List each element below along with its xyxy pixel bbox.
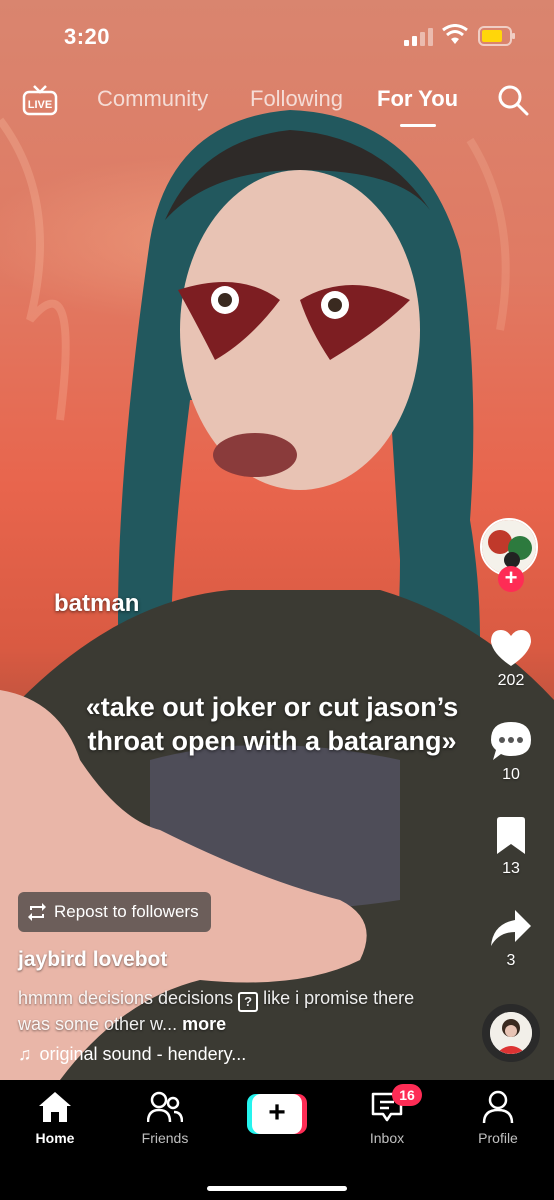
share-button[interactable]: 3 [480, 908, 542, 970]
post-description[interactable]: hmmm decisions decisions ? like i promis… [18, 986, 438, 1036]
repost-button[interactable]: Repost to followers [18, 892, 211, 932]
save-count: 13 [502, 860, 520, 877]
tab-friends-label: Friends [141, 1130, 189, 1146]
repost-label: Repost to followers [54, 902, 199, 921]
tab-following[interactable]: Following [250, 86, 343, 112]
comment-button[interactable]: 10 [480, 720, 542, 784]
search-icon[interactable] [497, 84, 529, 116]
like-count: 202 [497, 672, 525, 689]
sound-disc[interactable] [482, 1004, 540, 1062]
more-link[interactable]: more [182, 1014, 226, 1034]
tab-home-label: Home [35, 1130, 75, 1146]
unknown-emoji-box: ? [238, 992, 259, 1012]
caption-quote: «take out joker or cut jason’s throat op… [85, 692, 459, 756]
comment-icon [491, 722, 531, 760]
inbox-badge: 16 [392, 1084, 422, 1106]
tab-friends[interactable]: Friends [120, 1090, 210, 1146]
like-button[interactable]: 202 [480, 628, 542, 690]
wifi-icon [442, 24, 468, 44]
active-tab-indicator [400, 124, 436, 127]
home-icon [39, 1092, 71, 1122]
share-count: 3 [506, 952, 516, 969]
description-start: hmmm decisions decisions [18, 988, 239, 1008]
heart-icon [491, 630, 531, 666]
create-button[interactable]: + [247, 1094, 307, 1134]
home-indicator [207, 1186, 347, 1191]
profile-icon [482, 1090, 514, 1124]
create-plus-icon: + [252, 1094, 302, 1134]
live-icon[interactable]: LIVE [22, 82, 58, 118]
tab-community[interactable]: Community [97, 86, 208, 112]
tab-for-you[interactable]: For You [377, 86, 458, 112]
share-arrow-icon [491, 910, 531, 946]
creator-avatar[interactable]: + [480, 518, 538, 592]
repost-icon [28, 903, 46, 921]
tab-profile[interactable]: Profile [453, 1090, 543, 1146]
sound-name: original sound - hendery... [39, 1044, 247, 1064]
sound-avatar-image [490, 1012, 532, 1054]
top-nav: LIVE Community Following For You [0, 78, 554, 130]
sound-link[interactable]: ♫ original sound - hendery... [18, 1044, 246, 1065]
bottom-tab-bar: Home Friends + Inbox 16 Profile [0, 1080, 554, 1200]
tab-inbox[interactable]: Inbox 16 [342, 1084, 432, 1146]
follow-button[interactable]: + [498, 566, 524, 592]
battery-icon [478, 26, 515, 46]
status-bar: 3:20 [0, 0, 554, 70]
tab-home[interactable]: Home [10, 1090, 100, 1146]
bookmark-icon [497, 817, 525, 854]
comment-count: 10 [502, 766, 520, 783]
live-label: LIVE [28, 99, 52, 111]
creator-username[interactable]: jaybird lovebot [18, 948, 167, 972]
tab-inbox-label: Inbox [369, 1130, 405, 1146]
cellular-signal-icon [404, 28, 433, 46]
tab-profile-label: Profile [478, 1130, 518, 1146]
save-button[interactable]: 13 [480, 816, 542, 878]
music-note-icon: ♫ [18, 1044, 32, 1064]
status-time: 3:20 [64, 24, 111, 49]
friends-icon [147, 1091, 183, 1123]
caption-label: batman [54, 590, 140, 617]
